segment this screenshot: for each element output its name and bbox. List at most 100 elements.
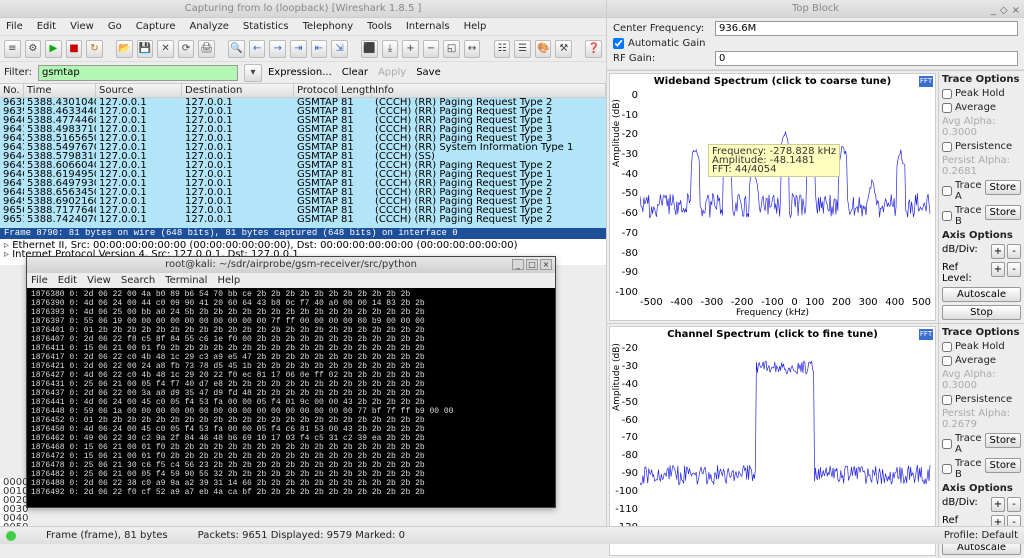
close-icon[interactable]: × [540,259,552,270]
restart-capture-icon[interactable]: ↻ [86,40,103,58]
minimize-icon[interactable]: _ [512,259,524,270]
minimize-icon[interactable]: _ [991,2,996,20]
store-b-button[interactable]: Store [985,458,1021,473]
wireshark-menubar[interactable]: File Edit View Go Capture Analyze Statis… [0,18,606,36]
reflevel-minus-button[interactable]: - [1007,262,1021,277]
stop-button[interactable]: Stop [942,305,1021,320]
plot1-fft-button[interactable]: FFT [919,76,933,87]
last-icon[interactable]: ⇲ [331,40,348,58]
menu-go[interactable]: Go [108,21,122,32]
term-menu-search[interactable]: Search [121,275,155,286]
menu-internals[interactable]: Internals [406,21,450,32]
dbdiv-plus-button[interactable]: + [991,244,1005,259]
table-row[interactable]: 96465388.6194950C127.0.0.1127.0.0.1GSMTA… [0,170,606,179]
col-no[interactable]: No. [0,84,24,97]
selected-frame-summary[interactable]: Frame 8790: 81 bytes on wire (648 bits),… [0,228,606,239]
interfaces-icon[interactable]: ≡ [4,40,21,58]
display-filters-icon[interactable]: ☰ [514,40,531,58]
col-length[interactable]: Length [338,84,372,97]
table-row[interactable]: 96385388.4301040C127.0.0.1127.0.0.1GSMTA… [0,98,606,107]
first-icon[interactable]: ⇤ [311,40,328,58]
table-row[interactable]: 96505388.7177640C127.0.0.1127.0.0.1GSMTA… [0,206,606,215]
filter-save-button[interactable]: Save [416,67,441,78]
filter-clear-button[interactable]: Clear [342,67,368,78]
zoom-out-icon[interactable]: − [423,40,440,58]
dbdiv-minus-button[interactable]: - [1007,497,1021,512]
maximize-icon[interactable]: □ [526,259,538,270]
filter-apply-button[interactable]: Apply [378,67,406,78]
save-icon[interactable]: 💾 [137,40,154,58]
table-row[interactable]: 96415388.4983710C127.0.0.1127.0.0.1GSMTA… [0,125,606,134]
trace-b-checkbox[interactable] [942,211,952,221]
rf-gain-input[interactable] [715,51,1018,66]
close-icon[interactable]: × [1012,2,1020,20]
zoom-in-icon[interactable]: + [402,40,419,58]
terminal-output[interactable]: 1876380 0: 2d 06 22 00 4a b0 89 b6 54 70… [27,288,555,507]
coloring-rules-icon[interactable]: 🎨 [535,40,552,58]
menu-help[interactable]: Help [464,21,487,32]
reload-icon[interactable]: ⟳ [178,40,195,58]
col-time[interactable]: Time [24,84,96,97]
capture-filters-icon[interactable]: ☷ [494,40,511,58]
store-a-button[interactable]: Store [985,180,1021,195]
autoscroll-icon[interactable]: ⤓ [382,40,399,58]
term-menu-edit[interactable]: Edit [58,275,77,286]
trace-a-checkbox[interactable] [942,439,952,449]
col-destination[interactable]: Destination [182,84,294,97]
terminal-menubar[interactable]: File Edit View Search Terminal Help [27,273,555,288]
filter-expression-button[interactable]: Expression... [268,67,332,78]
menu-statistics[interactable]: Statistics [243,21,289,32]
wideband-spectrum-plot[interactable]: Wideband Spectrum (click to coarse tune)… [609,73,936,321]
table-row[interactable]: 96455388.6066040C127.0.0.1127.0.0.1GSMTA… [0,161,606,170]
table-row[interactable]: 96445388.5798310C127.0.0.1127.0.0.1GSMTA… [0,152,606,161]
goto-icon[interactable]: ⇥ [290,40,307,58]
peak-hold-checkbox[interactable] [942,89,952,99]
autoscale-button[interactable]: Autoscale [942,287,1021,302]
col-source[interactable]: Source [96,84,182,97]
zoom-fit-icon[interactable]: ◱ [443,40,460,58]
col-info[interactable]: Info [372,84,606,97]
col-protocol[interactable]: Protocol [294,84,338,97]
packet-list-header[interactable]: No. Time Source Destination Protocol Len… [0,84,606,98]
stop-capture-icon[interactable]: ■ [66,40,83,58]
filter-dropdown-icon[interactable]: ▾ [244,64,262,82]
find-icon[interactable]: 🔍 [228,40,245,58]
trace-b-checkbox[interactable] [942,464,952,474]
persistence-checkbox[interactable] [942,395,952,405]
table-row[interactable]: 96495388.6902160C127.0.0.1127.0.0.1GSMTA… [0,197,606,206]
term-menu-view[interactable]: View [87,275,111,286]
plot2-fft-button[interactable]: FFT [919,329,933,340]
prefs-icon[interactable]: ⚒ [555,40,572,58]
center-freq-input[interactable] [715,21,1018,36]
dbdiv-plus-button[interactable]: + [991,497,1005,512]
start-capture-icon[interactable]: ▶ [45,40,62,58]
terminal-window[interactable]: root@kali: ~/sdr/airprobe/gsm-receiver/s… [26,256,556,508]
peak-hold-checkbox[interactable] [942,342,952,352]
auto-gain-checkbox[interactable] [613,38,624,49]
table-row[interactable]: 96405388.4774460C127.0.0.1127.0.0.1GSMTA… [0,116,606,125]
menu-capture[interactable]: Capture [136,21,176,32]
prev-icon[interactable]: ← [249,40,266,58]
menu-tools[interactable]: Tools [367,21,392,32]
next-icon[interactable]: → [269,40,286,58]
average-checkbox[interactable] [942,103,952,113]
term-menu-terminal[interactable]: Terminal [165,275,207,286]
dbdiv-minus-button[interactable]: - [1007,244,1021,259]
menu-edit[interactable]: Edit [37,21,56,32]
menu-view[interactable]: View [70,21,94,32]
packet-list[interactable]: 96385388.4301040C127.0.0.1127.0.0.1GSMTA… [0,98,606,228]
persistence-checkbox[interactable] [942,142,952,152]
colorize-icon[interactable]: ⬛ [361,40,378,58]
status-profile[interactable]: Profile: Default [944,530,1018,541]
table-row[interactable]: 96435388.5497670C127.0.0.1127.0.0.1GSMTA… [0,143,606,152]
store-b-button[interactable]: Store [985,205,1021,220]
maximize-icon[interactable]: ◇ [1000,2,1008,20]
options-icon[interactable]: ⚙ [25,40,42,58]
table-row[interactable]: 96485388.6563450C127.0.0.1127.0.0.1GSMTA… [0,188,606,197]
table-row[interactable]: 96425388.5165650C127.0.0.1127.0.0.1GSMTA… [0,134,606,143]
menu-file[interactable]: File [6,21,23,32]
print-icon[interactable]: 🖨 [198,40,215,58]
resize-cols-icon[interactable]: ↔ [464,40,481,58]
table-row[interactable]: 96475388.6497930C127.0.0.1127.0.0.1GSMTA… [0,179,606,188]
average-checkbox[interactable] [942,356,952,366]
